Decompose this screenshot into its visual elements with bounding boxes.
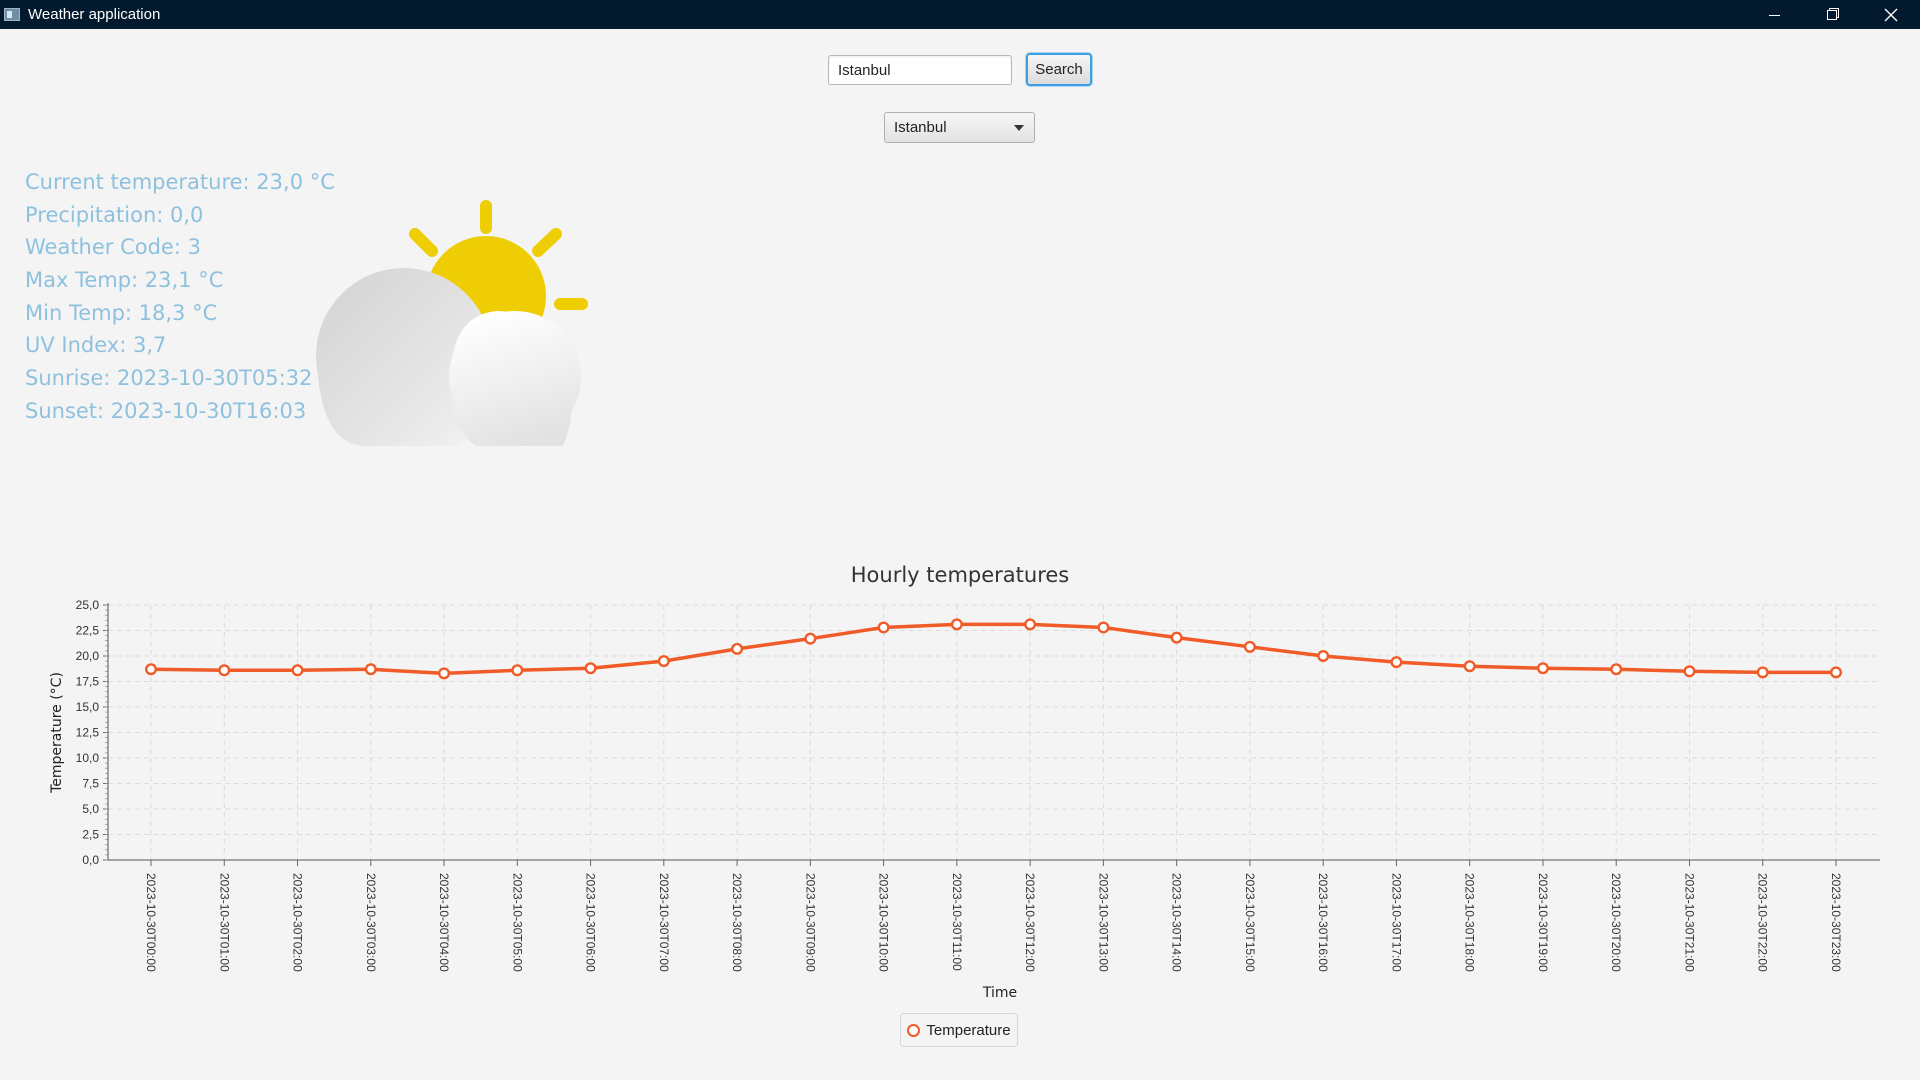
y-tick-label: 25,0 bbox=[76, 598, 100, 612]
x-tick-label: 2023-10-30T11:00 bbox=[950, 873, 964, 971]
data-point bbox=[950, 618, 963, 631]
x-tick-label: 2023-10-30T05:00 bbox=[510, 873, 524, 972]
data-point bbox=[584, 662, 597, 675]
x-tick-label: 2023-10-30T15:00 bbox=[1243, 873, 1257, 972]
x-tick-label: 2023-10-30T14:00 bbox=[1170, 873, 1184, 972]
x-tick-label: 2023-10-30T02:00 bbox=[291, 873, 305, 972]
y-tick-label: 12,5 bbox=[76, 726, 100, 740]
x-tick-label: 2023-10-30T09:00 bbox=[803, 873, 817, 972]
x-axis-label: Time bbox=[982, 985, 1017, 1001]
legend-label: Temperature bbox=[926, 1021, 1011, 1039]
data-point bbox=[438, 667, 451, 680]
x-tick-label: 2023-10-30T00:00 bbox=[144, 873, 158, 972]
data-point bbox=[731, 642, 744, 655]
data-point bbox=[1829, 666, 1842, 679]
data-point bbox=[218, 664, 231, 677]
y-tick-label: 0,0 bbox=[82, 853, 99, 867]
x-tick-label: 2023-10-30T17:00 bbox=[1389, 873, 1403, 972]
data-point bbox=[1683, 665, 1696, 678]
data-point bbox=[511, 664, 524, 677]
y-axis-label: Temperature (°C) bbox=[49, 672, 65, 794]
y-tick-label: 10,0 bbox=[76, 751, 100, 765]
x-tick-label: 2023-10-30T01:00 bbox=[217, 873, 231, 972]
series-line-temperature bbox=[150, 622, 1836, 676]
data-point bbox=[657, 655, 670, 668]
x-tick-label: 2023-10-30T06:00 bbox=[584, 873, 598, 972]
data-point bbox=[1170, 631, 1183, 644]
x-tick-label: 2023-10-30T22:00 bbox=[1756, 873, 1770, 972]
legend-marker bbox=[907, 1023, 921, 1037]
data-point bbox=[1317, 650, 1330, 663]
y-tick-label: 5,0 bbox=[82, 802, 99, 816]
x-tick-label: 2023-10-30T23:00 bbox=[1829, 873, 1843, 972]
data-point bbox=[804, 632, 817, 645]
x-tick-label: 2023-10-30T07:00 bbox=[657, 873, 671, 972]
x-tick-label: 2023-10-30T08:00 bbox=[730, 873, 744, 972]
data-point bbox=[291, 664, 304, 677]
y-tick-label: 2,5 bbox=[82, 828, 99, 842]
x-tick-label: 2023-10-30T03:00 bbox=[364, 873, 378, 972]
y-tick-label: 15,0 bbox=[76, 700, 100, 714]
data-point bbox=[877, 621, 890, 634]
x-tick-label: 2023-10-30T18:00 bbox=[1463, 873, 1477, 972]
data-point bbox=[1463, 660, 1476, 673]
data-point bbox=[364, 663, 377, 676]
x-tick-label: 2023-10-30T20:00 bbox=[1609, 873, 1623, 972]
data-point bbox=[144, 663, 157, 676]
x-tick-label: 2023-10-30T04:00 bbox=[437, 873, 451, 972]
chart-legend: Temperature bbox=[900, 1013, 1018, 1047]
x-tick-label: 2023-10-30T19:00 bbox=[1536, 873, 1550, 972]
x-tick-label: 2023-10-30T13:00 bbox=[1096, 873, 1110, 972]
temperature-line-chart: 0,0 2,5 5,0 7,5 10,0 12,5 15,0 17,5 20,0 22,5 25,0… bbox=[49, 598, 1880, 1001]
weather-app-window: Weather application Search Istanbul bbox=[0, 0, 1920, 1080]
y-tick-label: 7,5 bbox=[82, 777, 99, 791]
x-tick-label: 2023-10-30T16:00 bbox=[1316, 873, 1330, 972]
data-point bbox=[1024, 618, 1037, 631]
data-point bbox=[1536, 662, 1549, 675]
data-point bbox=[1097, 621, 1110, 634]
y-tick-label: 22,5 bbox=[76, 624, 100, 638]
x-tick-label: 2023-10-30T12:00 bbox=[1023, 873, 1037, 972]
y-tick-label: 17,5 bbox=[76, 675, 100, 689]
data-point bbox=[1243, 640, 1256, 653]
x-tick-label: 2023-10-30T21:00 bbox=[1682, 873, 1696, 972]
x-tick-label: 2023-10-30T10:00 bbox=[877, 873, 891, 972]
data-point bbox=[1390, 656, 1403, 669]
data-point bbox=[1756, 666, 1769, 679]
y-tick-label: 20,0 bbox=[76, 649, 100, 663]
data-point bbox=[1610, 663, 1623, 676]
